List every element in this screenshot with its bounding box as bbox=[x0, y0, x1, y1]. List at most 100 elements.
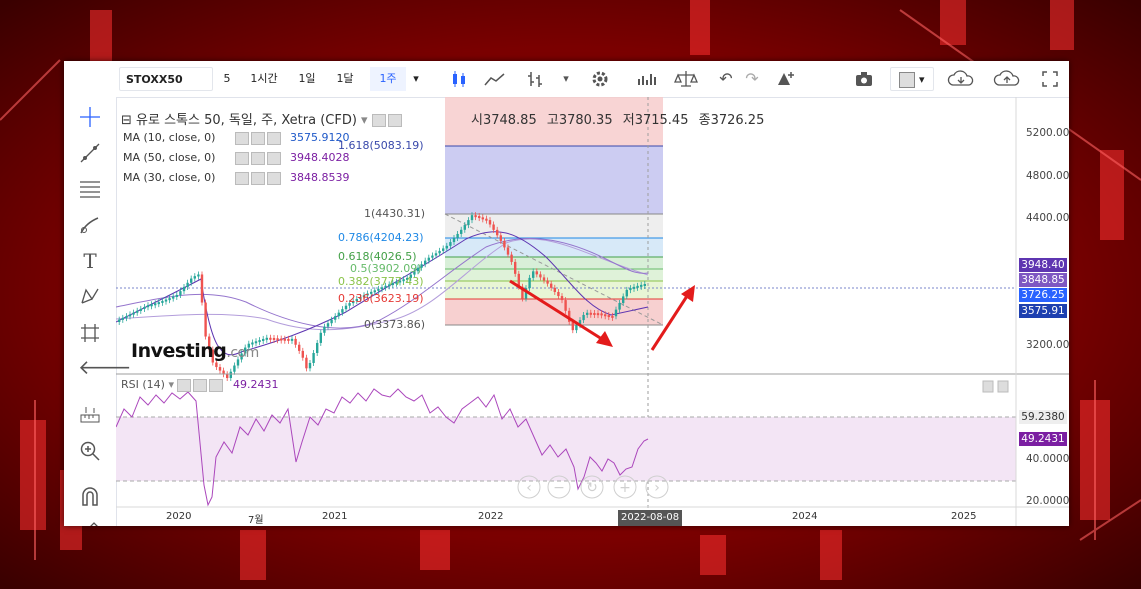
text-tool-icon[interactable]: T bbox=[78, 249, 102, 273]
candle-body bbox=[625, 289, 628, 297]
undo-icon[interactable]: ↶ bbox=[712, 67, 740, 91]
interval-1w-button[interactable]: 1주 bbox=[370, 67, 406, 91]
candle-body bbox=[528, 277, 531, 289]
price-tick: 3200.00 bbox=[1026, 339, 1069, 351]
time-label: 2021 bbox=[322, 511, 348, 522]
candle-body bbox=[298, 344, 301, 351]
gear-icon[interactable] bbox=[588, 67, 612, 91]
zoom-out-icon[interactable]: − bbox=[553, 480, 565, 496]
candle-body bbox=[175, 294, 178, 297]
rsi-legend[interactable]: RSI (14) ▾ 49.2431 bbox=[121, 378, 278, 392]
interval-dropdown-icon[interactable]: ▾ bbox=[408, 67, 424, 91]
ma-30-legend[interactable]: MA (30, close, 0) 3848.8539 bbox=[123, 171, 350, 185]
candle-body bbox=[218, 367, 222, 371]
rsi-tick: 20.0000 bbox=[1026, 495, 1069, 507]
candle-body bbox=[146, 305, 150, 308]
pattern-icon[interactable] bbox=[78, 285, 102, 309]
chart-type-dropdown-icon[interactable]: ▾ bbox=[558, 67, 574, 91]
trend-line-icon[interactable] bbox=[78, 141, 102, 165]
cloud-upload-icon[interactable] bbox=[990, 67, 1024, 91]
fib-label-0236: 0.236(3623.19) bbox=[338, 292, 424, 305]
candle-body bbox=[161, 300, 164, 303]
indicators-icon[interactable] bbox=[634, 67, 662, 91]
candles-icon[interactable] bbox=[444, 67, 474, 91]
candle-body bbox=[452, 238, 456, 243]
candle-body bbox=[269, 337, 272, 340]
fib-label-05: 0.5(3902.09) bbox=[350, 262, 422, 275]
bars-icon[interactable] bbox=[524, 67, 548, 91]
candle-body bbox=[118, 319, 121, 322]
fullscreen-color-dropdown[interactable]: ▾ bbox=[890, 67, 934, 91]
fib-label-1618: 1.618(5083.19) bbox=[338, 139, 424, 152]
candle-body bbox=[485, 218, 488, 221]
candle-body bbox=[496, 229, 499, 236]
scroll-right-icon[interactable]: › bbox=[654, 480, 660, 496]
reset-icon[interactable]: ↻ bbox=[586, 480, 598, 496]
symbol-search-input[interactable]: STOXX50 bbox=[119, 67, 213, 91]
candle-body bbox=[168, 298, 171, 301]
price-tick: 4800.00 bbox=[1026, 170, 1069, 182]
ma-50-price-badge: 3948.40 bbox=[1019, 258, 1067, 272]
candle-body bbox=[316, 342, 319, 353]
rsi-upper-badge: 59.2380 bbox=[1019, 410, 1067, 424]
candle-body bbox=[301, 350, 304, 358]
candle-body bbox=[431, 255, 434, 258]
prediction-icon[interactable] bbox=[78, 321, 102, 345]
time-label: 2025 bbox=[951, 511, 977, 522]
candle-body bbox=[470, 215, 474, 221]
candle-body bbox=[323, 326, 326, 333]
measure-icon[interactable] bbox=[78, 403, 102, 427]
last-price-badge: 3726.25 bbox=[1019, 288, 1067, 302]
fib-lines-icon[interactable] bbox=[78, 177, 102, 201]
back-arrow-icon[interactable]: 🡐 bbox=[78, 355, 132, 379]
candle-body bbox=[377, 288, 380, 291]
candle-body bbox=[589, 312, 592, 315]
ma-50-legend[interactable]: MA (50, close, 0) 3948.4028 bbox=[123, 151, 350, 165]
candle-body bbox=[532, 271, 535, 278]
candle-body bbox=[607, 315, 610, 318]
rsi-pane-buttons[interactable] bbox=[982, 380, 1009, 393]
ma-30-price-badge: 3848.85 bbox=[1019, 273, 1067, 287]
crosshair-icon[interactable] bbox=[78, 105, 102, 129]
candle-body bbox=[139, 308, 142, 311]
candle-body bbox=[564, 300, 567, 311]
zoom-in-icon[interactable] bbox=[78, 439, 102, 463]
candle-body bbox=[481, 217, 484, 220]
candle-body bbox=[334, 316, 337, 320]
interval-1d-button[interactable]: 1일 bbox=[294, 67, 320, 91]
candle-body bbox=[467, 220, 470, 226]
area-chart-icon[interactable] bbox=[480, 67, 510, 91]
candle-body bbox=[197, 274, 200, 277]
expand-icon[interactable] bbox=[1038, 67, 1062, 91]
compare-scale-icon[interactable] bbox=[672, 67, 700, 91]
brush-icon[interactable] bbox=[78, 213, 102, 237]
candle-body bbox=[463, 225, 466, 230]
candle-body bbox=[550, 283, 553, 288]
cloud-download-icon[interactable] bbox=[944, 67, 978, 91]
interval-1h-button[interactable]: 1시간 bbox=[244, 67, 284, 91]
pencil-lock-icon[interactable] bbox=[78, 519, 102, 526]
camera-icon[interactable] bbox=[850, 67, 878, 91]
zoom-in-small-icon[interactable]: + bbox=[619, 480, 631, 496]
interval-1m-button[interactable]: 1달 bbox=[332, 67, 358, 91]
ma-10-legend[interactable]: MA (10, close, 0) 3575.9120 bbox=[123, 131, 350, 145]
candle-body bbox=[571, 321, 574, 331]
candle-body bbox=[172, 296, 175, 299]
alert-icon[interactable] bbox=[770, 67, 798, 91]
candle-body bbox=[503, 240, 506, 248]
candle-body bbox=[445, 245, 448, 249]
candle-body bbox=[276, 338, 279, 341]
chart-area[interactable]: ‹ − ↻ + › ⊟ 유로 스톡스 50, 독일, 주, Xetra (CFD… bbox=[115, 97, 1069, 526]
candle-body bbox=[193, 276, 196, 279]
scroll-left-icon[interactable]: ‹ bbox=[526, 480, 532, 496]
candle-body bbox=[150, 304, 153, 307]
candle-body bbox=[557, 291, 560, 297]
interval-5m-button[interactable]: 5 bbox=[216, 67, 238, 91]
candle-body bbox=[330, 319, 333, 324]
magnet-icon[interactable] bbox=[78, 485, 102, 509]
rsi-value-badge: 49.2431 bbox=[1019, 432, 1067, 446]
time-label: 2022 bbox=[478, 511, 504, 522]
redo-icon[interactable]: ↷ bbox=[738, 67, 766, 91]
candle-body bbox=[582, 314, 585, 321]
collapse-icon[interactable]: ⊟ bbox=[121, 113, 132, 128]
